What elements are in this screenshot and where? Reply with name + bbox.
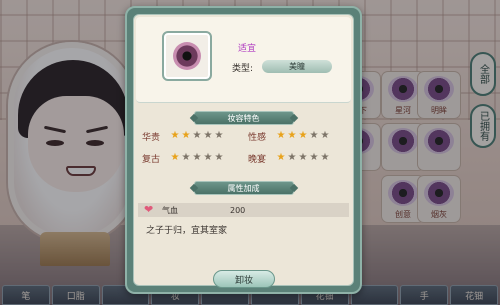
star-filled-icon: ★ [276, 152, 286, 163]
attributes-section-title: 属性加成 [193, 181, 294, 195]
attribute-row: ❤ 气血 200 [138, 203, 349, 217]
star-rating: ★ ★ ★ ★ ★ [170, 131, 224, 141]
star-empty-icon: ★ [203, 152, 213, 163]
star-empty-icon: ★ [309, 152, 319, 163]
trait-label: 晚宴 [248, 154, 267, 165]
trait-stat: 复古 ★ ★ ★ ★ ★ [142, 151, 224, 165]
star-empty-icon: ★ [192, 152, 202, 163]
trait-stat: 华贵 ★ ★ ★ ★ ★ [142, 129, 224, 143]
type-label: 类型: [232, 64, 254, 74]
star-filled-icon: ★ [181, 130, 191, 141]
star-empty-icon: ★ [298, 152, 308, 163]
star-empty-icon: ★ [287, 152, 297, 163]
item-header: 适宜 类型: 美瞳 [136, 17, 351, 103]
star-filled-icon: ★ [287, 130, 297, 141]
attribute-name: 气血 [162, 205, 178, 215]
remove-makeup-button[interactable]: 卸妆 [213, 270, 275, 288]
star-empty-icon: ★ [203, 130, 213, 141]
item-thumbnail [162, 31, 212, 81]
trait-stat: 性感 ★ ★ ★ ★ ★ [248, 129, 330, 143]
type-value-badge: 美瞳 [262, 60, 332, 73]
trait-stat: 晚宴 ★ ★ ★ ★ ★ [248, 151, 330, 165]
attribute-value: 200 [230, 205, 246, 215]
star-empty-icon: ★ [181, 152, 191, 163]
star-empty-icon: ★ [192, 130, 202, 141]
star-empty-icon: ★ [320, 152, 330, 163]
trait-label: 复古 [142, 154, 161, 165]
star-filled-icon: ★ [170, 130, 180, 141]
trait-label: 华贵 [142, 132, 161, 143]
traits-section-title: 妆容特色 [193, 111, 294, 125]
star-rating: ★ ★ ★ ★ ★ [170, 153, 224, 163]
panel-body: 适宜 类型: 美瞳 妆容特色 华贵 ★ ★ ★ ★ ★ 性感 ★ ★ ★ ★ ★ 复古 ★ ★ ★ ★… [133, 14, 354, 288]
heart-icon: ❤ [144, 203, 154, 216]
star-empty-icon: ★ [214, 130, 224, 141]
star-filled-icon: ★ [170, 152, 180, 163]
item-detail-panel: 适宜 类型: 美瞳 妆容特色 华贵 ★ ★ ★ ★ ★ 性感 ★ ★ ★ ★ ★ 复古 ★ ★ ★ ★… [125, 6, 362, 294]
star-empty-icon: ★ [309, 130, 319, 141]
star-rating: ★ ★ ★ ★ ★ [276, 131, 330, 141]
star-rating: ★ ★ ★ ★ ★ [276, 153, 330, 163]
contact-lens-icon [173, 42, 201, 70]
star-empty-icon: ★ [214, 152, 224, 163]
star-filled-icon: ★ [298, 130, 308, 141]
trait-label: 性感 [248, 132, 267, 143]
item-name: 适宜 [238, 44, 257, 54]
star-empty-icon: ★ [320, 130, 330, 141]
item-description: 之子于归，宜其室家 [146, 226, 228, 236]
star-filled-icon: ★ [276, 130, 286, 141]
